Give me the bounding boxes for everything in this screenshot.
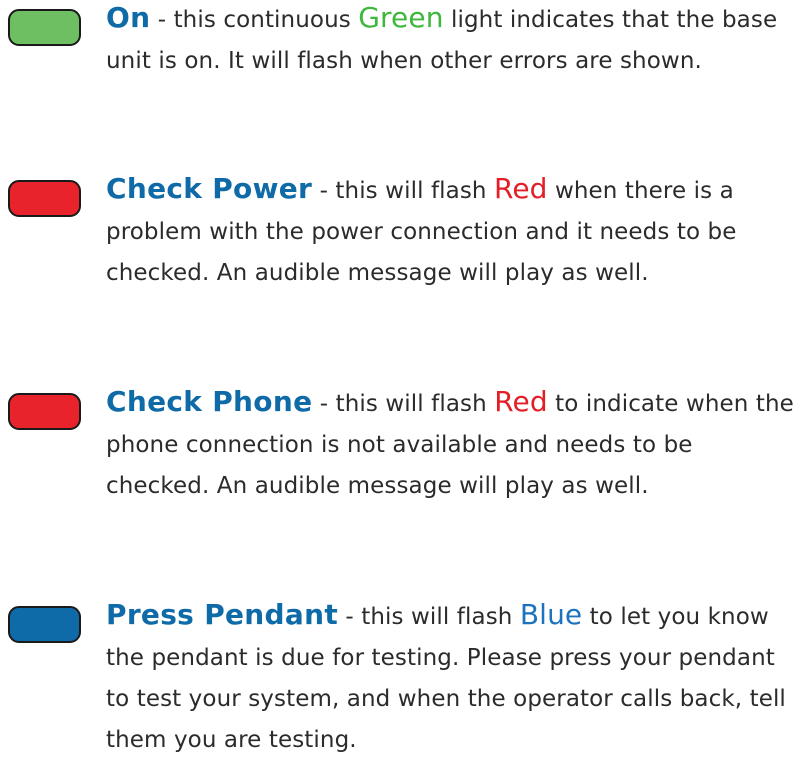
- on-indicator-description: On - this continuous Green light indicat…: [106, 0, 796, 82]
- description-text: - this will flash: [338, 604, 520, 630]
- indicator-title: On: [106, 1, 151, 34]
- green-light-icon: [8, 9, 81, 46]
- color-word: Blue: [519, 598, 583, 631]
- color-word: Red: [494, 172, 548, 205]
- indicator-title: Press Pendant: [106, 598, 339, 631]
- color-word: Green: [358, 1, 444, 34]
- description-text: - this continuous: [150, 7, 359, 33]
- blue-light-icon: [8, 606, 81, 643]
- indicator-title: Check Phone: [106, 385, 313, 418]
- color-word: Red: [494, 385, 548, 418]
- description-text: - this will flash: [312, 178, 495, 204]
- description-text: - this will flash: [312, 391, 495, 417]
- red-light-icon: [8, 180, 81, 217]
- press-pendant-indicator-description: Press Pendant - this will flash Blue to …: [106, 594, 796, 761]
- red-light-icon: [8, 393, 81, 430]
- indicator-title: Check Power: [106, 172, 313, 205]
- check-power-indicator-description: Check Power - this will flash Red when t…: [106, 168, 796, 294]
- check-phone-indicator-description: Check Phone - this will flash Red to ind…: [106, 381, 796, 507]
